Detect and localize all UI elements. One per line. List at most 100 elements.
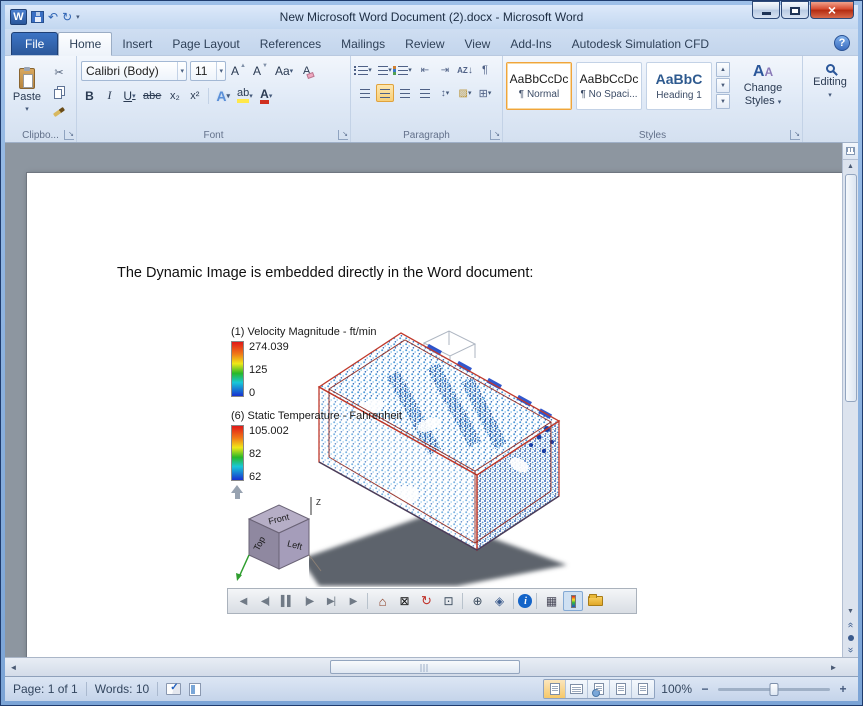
font-name-combo[interactable]: Calibri (Body) ▾ — [81, 61, 187, 81]
scroll-down-button[interactable]: ▼ — [844, 605, 858, 618]
change-case-button[interactable]: Aa ▾ — [273, 62, 295, 81]
paragraph-text[interactable]: The Dynamic Image is embedded directly i… — [117, 265, 533, 281]
styles-dialog-launcher[interactable]: ↘ — [790, 130, 800, 140]
tab-references[interactable]: References — [250, 33, 331, 55]
center-view-button[interactable]: ◈ — [489, 591, 509, 611]
shading-button[interactable]: ▨ ▾ — [456, 84, 474, 102]
qat-customize-button[interactable]: ▾ — [76, 13, 80, 21]
show-paragraph-marks-button[interactable]: ¶ — [476, 61, 494, 79]
styles-gallery-more-button[interactable]: ▼ — [716, 94, 730, 109]
align-center-button[interactable] — [376, 84, 394, 102]
borders-button[interactable]: ⊞ ▾ — [476, 84, 494, 102]
increase-indent-button[interactable]: ⇥ — [436, 61, 454, 79]
paste-button[interactable]: Paste ▾ — [8, 58, 46, 122]
select-browse-object-button[interactable] — [844, 631, 858, 644]
zoom-in-button[interactable]: + — [836, 682, 850, 696]
minimize-button[interactable] — [752, 1, 780, 19]
decrease-indent-button[interactable]: ⇤ — [416, 61, 434, 79]
info-button[interactable]: i — [518, 594, 532, 608]
copy-button[interactable] — [49, 84, 69, 100]
proofing-status-icon[interactable] — [166, 682, 182, 695]
subscript-button[interactable]: x₂ — [166, 86, 183, 105]
animation-step-back-button[interactable]: ◀| — [255, 591, 275, 611]
legend-toggle-button[interactable] — [563, 591, 583, 611]
align-right-button[interactable] — [396, 84, 414, 102]
styles-scroll-down-button[interactable]: ▼ — [716, 78, 730, 93]
style-no-spacing[interactable]: AaBbCcDc ¶ No Spaci... — [576, 62, 642, 110]
animation-play-button[interactable]: ▶ — [343, 591, 363, 611]
tab-insert[interactable]: Insert — [112, 33, 162, 55]
tab-file[interactable]: File — [11, 32, 59, 55]
outline-view-button[interactable] — [610, 680, 633, 698]
help-button[interactable]: ? — [834, 35, 850, 51]
sort-button[interactable]: AZ ↓ — [456, 61, 474, 79]
save-button[interactable] — [31, 11, 44, 23]
underline-button[interactable]: U ▾ — [121, 86, 138, 105]
align-left-button[interactable] — [356, 84, 374, 102]
print-layout-button[interactable] — [544, 680, 567, 698]
home-view-button[interactable]: ⌂ — [372, 591, 392, 611]
word-app-icon[interactable]: W — [10, 9, 27, 25]
highlight-button[interactable]: ab ▾ — [235, 86, 255, 105]
document-page[interactable]: The Dynamic Image is embedded directly i… — [26, 172, 843, 657]
clear-formatting-button[interactable]: A — [298, 62, 315, 81]
draft-view-button[interactable] — [632, 680, 655, 698]
numbered-list-button[interactable]: ▾ — [376, 61, 394, 79]
justify-button[interactable] — [416, 84, 434, 102]
zoom-window-button[interactable]: ⊡ — [438, 591, 458, 611]
zoom-slider-thumb[interactable] — [769, 682, 779, 696]
page-indicator[interactable]: Page: 1 of 1 — [13, 682, 78, 696]
word-count[interactable]: Words: 10 — [95, 682, 149, 696]
macro-recording-icon[interactable] — [189, 682, 202, 696]
redo-button[interactable]: ↻ — [62, 11, 72, 23]
paragraph-dialog-launcher[interactable]: ↘ — [490, 130, 500, 140]
next-page-button[interactable]: « — [844, 644, 858, 657]
style-heading-1[interactable]: AaBbC Heading 1 — [646, 62, 712, 110]
animation-go-end-button[interactable]: ▶| — [321, 591, 341, 611]
tab-page-layout[interactable]: Page Layout — [162, 33, 249, 55]
style-normal[interactable]: AaBbCcDc ¶ Normal — [506, 62, 572, 110]
animation-go-start-button[interactable]: ◀ — [233, 591, 253, 611]
scroll-left-button[interactable]: ◄ — [5, 658, 22, 676]
horizontal-scrollbar[interactable]: ◄ ► — [5, 657, 858, 676]
bullet-list-button[interactable]: ▾ — [354, 61, 374, 79]
open-file-button[interactable] — [585, 591, 605, 611]
zoom-out-button[interactable]: − — [698, 682, 712, 696]
cut-button[interactable]: ✂ — [49, 64, 69, 80]
horizontal-scrollbar-thumb[interactable] — [330, 660, 520, 674]
shrink-font-button[interactable]: A ▼ — [251, 62, 270, 81]
spin-view-button[interactable]: ↻ — [416, 591, 436, 611]
tab-autodesk-simulation-cfd[interactable]: Autodesk Simulation CFD — [562, 33, 719, 55]
font-size-combo[interactable]: 11 ▾ — [190, 61, 226, 81]
previous-page-button[interactable]: « — [844, 618, 858, 631]
clipboard-dialog-launcher[interactable]: ↘ — [64, 130, 74, 140]
web-layout-button[interactable] — [588, 680, 611, 698]
text-effects-button[interactable]: A ▾ — [214, 86, 232, 105]
maximize-button[interactable] — [781, 1, 809, 19]
navigation-cube[interactable]: Z Front Top Left — [235, 493, 327, 593]
close-button[interactable]: × — [810, 1, 854, 19]
font-dialog-launcher[interactable]: ↘ — [338, 130, 348, 140]
scroll-up-button[interactable]: ▲ — [844, 160, 858, 173]
animation-pause-button[interactable]: ▌▌ — [277, 591, 297, 611]
ruler-toggle-button[interactable] — [843, 143, 858, 160]
zoom-level[interactable]: 100% — [661, 682, 692, 696]
bold-button[interactable]: B — [81, 86, 98, 105]
tab-add-ins[interactable]: Add-Ins — [500, 33, 561, 55]
scroll-right-button[interactable]: ► — [825, 658, 842, 676]
embedded-cfd-image[interactable]: (1) Velocity Magnitude - ft/min 274.039 … — [227, 325, 639, 621]
tab-view[interactable]: View — [455, 33, 501, 55]
vertical-scrollbar-thumb[interactable] — [844, 174, 857, 402]
grow-font-button[interactable]: A ▲ — [229, 62, 248, 81]
superscript-button[interactable]: x² — [186, 86, 203, 105]
multilevel-list-button[interactable]: ▾ — [393, 61, 414, 79]
tab-review[interactable]: Review — [395, 33, 454, 55]
grid-button[interactable]: ▦ — [541, 591, 561, 611]
tab-mailings[interactable]: Mailings — [331, 33, 395, 55]
animation-step-forward-button[interactable]: |▶ — [299, 591, 319, 611]
vertical-scrollbar[interactable]: ▲ ▼ « « — [842, 143, 858, 657]
line-spacing-button[interactable]: ↕ ▾ — [436, 84, 454, 102]
change-styles-button[interactable]: AA Change Styles ▾ — [735, 62, 791, 108]
italic-button[interactable]: I — [101, 86, 118, 105]
strikethrough-button[interactable]: abe — [141, 86, 163, 105]
